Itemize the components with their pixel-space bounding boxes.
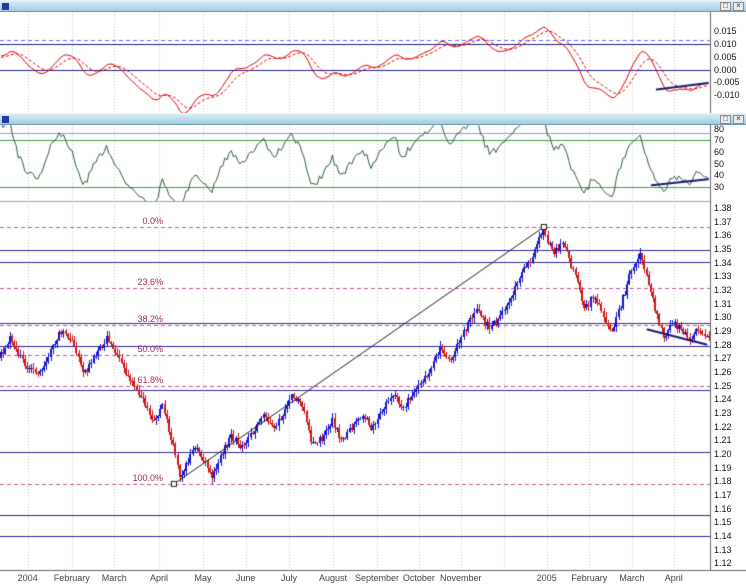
panel-icon	[2, 2, 9, 10]
panel-icon	[2, 115, 9, 123]
close-icon[interactable]: ×	[733, 114, 744, 124]
chart-plot-canvas[interactable]	[0, 0, 746, 588]
restore-icon[interactable]: □	[720, 1, 731, 11]
close-icon[interactable]: ×	[733, 1, 744, 11]
trading-chart-window: □ × □ × 0.015 0.010 0.005 0.000 -0.005 -0.010…	[0, 0, 746, 588]
restore-icon[interactable]: □	[720, 114, 731, 124]
rsi-panel-titlebar[interactable]: □ ×	[0, 113, 746, 125]
macd-panel-titlebar[interactable]: □ ×	[0, 0, 746, 12]
